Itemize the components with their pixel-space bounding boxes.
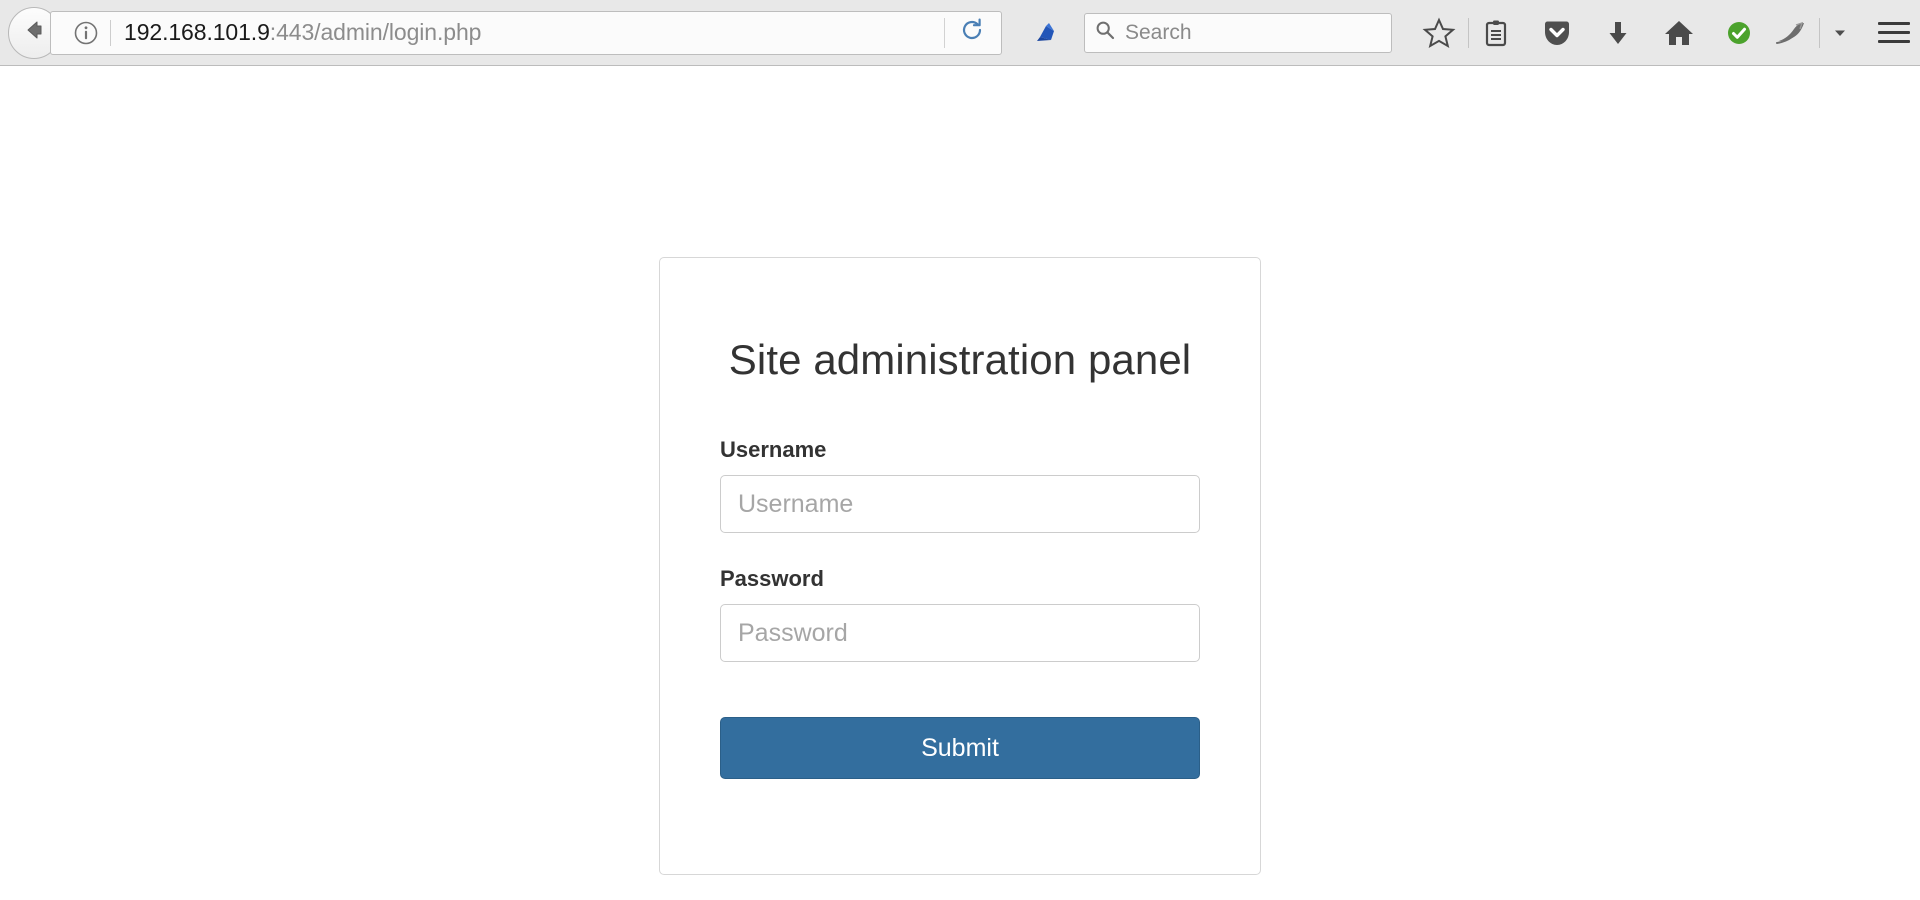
page-title: Site administration panel (720, 258, 1200, 384)
reload-button[interactable] (944, 18, 1001, 48)
reload-icon (959, 17, 985, 48)
addon-blue-icon[interactable] (1032, 18, 1062, 48)
menu-bar-3 (1878, 40, 1910, 43)
toolbar-divider (1468, 18, 1469, 48)
bookmark-star-icon[interactable] (1422, 16, 1456, 50)
login-form: Username Password Submit (720, 437, 1200, 779)
menu-bar-2 (1878, 31, 1910, 34)
back-arrow-icon (19, 15, 49, 50)
search-box[interactable]: Search (1084, 13, 1392, 53)
addon-gray-icon[interactable] (1775, 20, 1807, 46)
url-bar[interactable]: 192.168.101.9:443/admin/login.php (50, 11, 1002, 55)
password-input[interactable] (720, 604, 1200, 662)
browser-toolbar: 192.168.101.9:443/admin/login.php Search (0, 0, 1920, 66)
password-label: Password (720, 566, 1200, 592)
username-field-group: Username (720, 437, 1200, 533)
url-path: :443/admin/login.php (270, 19, 482, 45)
toolbar-divider-2 (1819, 18, 1820, 48)
home-icon[interactable] (1663, 17, 1695, 49)
menu-icon[interactable] (1878, 22, 1910, 43)
password-field-group: Password (720, 566, 1200, 662)
reader-list-icon[interactable] (1481, 18, 1511, 48)
url-text: 192.168.101.9:443/admin/login.php (124, 19, 944, 46)
search-placeholder: Search (1125, 21, 1192, 45)
username-input[interactable] (720, 475, 1200, 533)
chevron-down-icon[interactable] (1832, 25, 1848, 41)
menu-bar-1 (1878, 22, 1910, 25)
search-icon (1095, 20, 1115, 45)
info-icon[interactable] (73, 20, 99, 46)
url-host: 192.168.101.9 (124, 19, 270, 45)
downloads-icon[interactable] (1603, 18, 1633, 48)
url-separator (110, 20, 111, 46)
submit-button[interactable]: Submit (720, 717, 1200, 779)
https-everywhere-icon[interactable] (1725, 19, 1753, 47)
pocket-icon[interactable] (1541, 17, 1573, 49)
login-card: Site administration panel Username Passw… (659, 257, 1261, 875)
page-content: Site administration panel Username Passw… (0, 66, 1920, 900)
username-label: Username (720, 437, 1200, 463)
